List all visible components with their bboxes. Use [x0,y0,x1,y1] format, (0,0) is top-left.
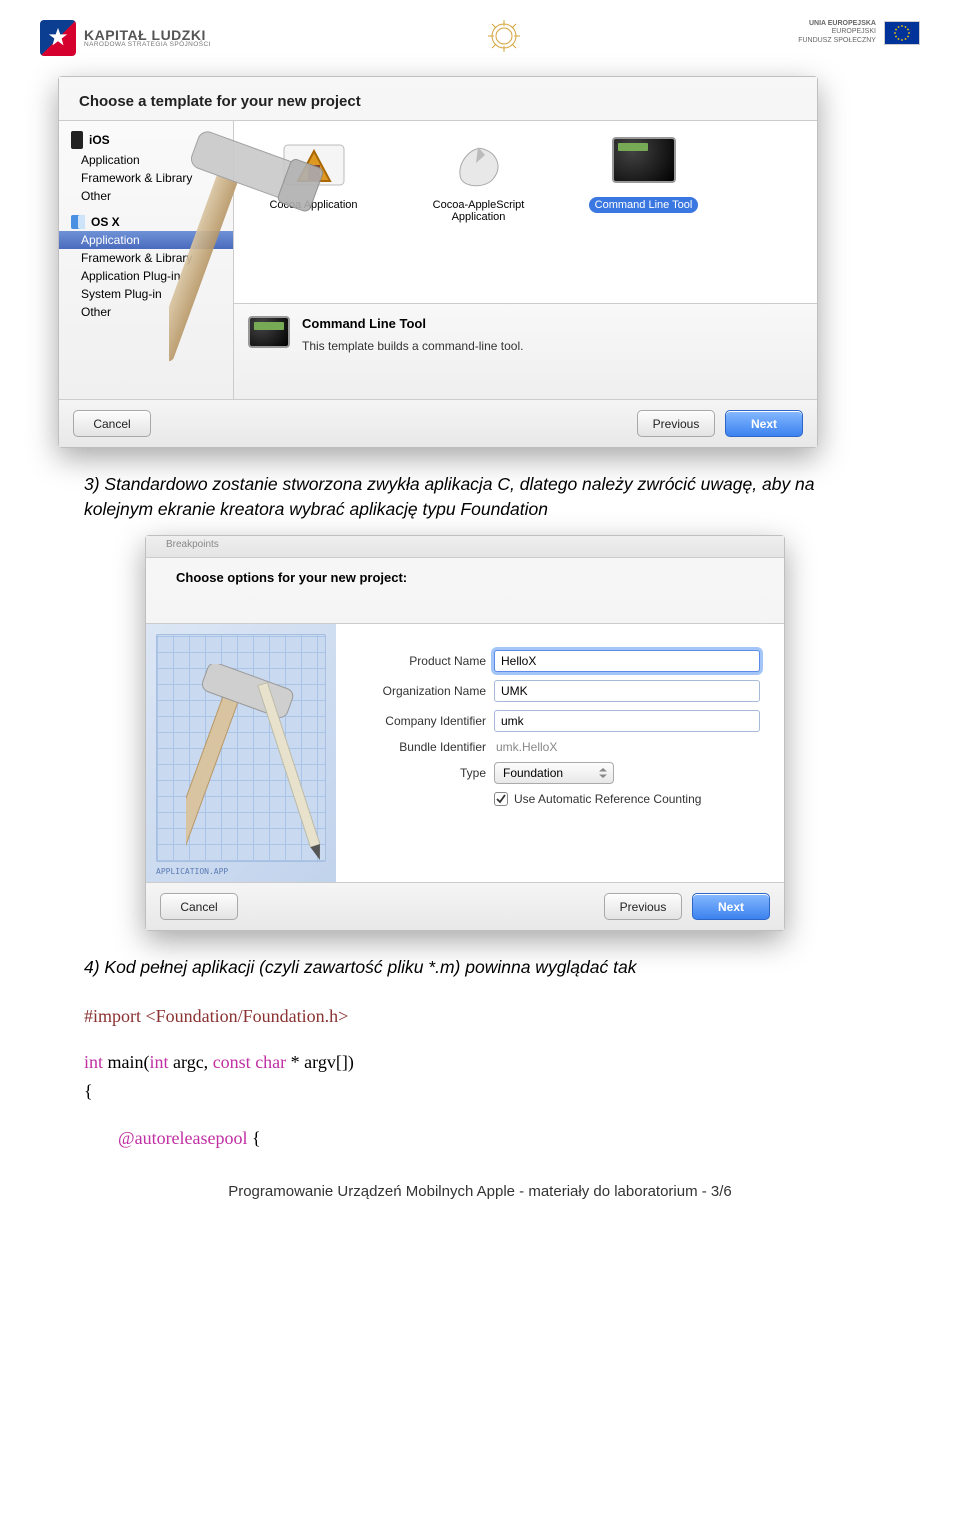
eu-flag-icon [884,21,920,45]
template-label: Cocoa-AppleScript Application [411,197,546,225]
code-text: argc, [169,1052,213,1072]
template-command-line-tool[interactable]: Command Line Tool [576,137,711,213]
description-title: Command Line Tool [302,316,523,331]
screenshot-template-chooser: Choose a template for your new project i… [58,76,818,448]
code-brace2: { [248,1128,261,1148]
logo-eu: UNIA EUROPEJSKA EUROPEJSKI FUNDUSZ SPOŁE… [798,20,920,45]
sidebar-item-ios-application[interactable]: Application [59,151,233,169]
sidebar-header-ios[interactable]: iOS [59,127,233,151]
previous-button[interactable]: Previous [604,893,682,920]
template-label: Cocoa Application [263,197,363,213]
center-emblem-icon [488,20,520,52]
sidebar-item-ios-framework[interactable]: Framework & Library [59,169,233,187]
dialog2-title: Choose options for your new project: [176,570,764,585]
sidebar-header-osx-label: OS X [91,215,120,229]
sidebar-item-osx-framework[interactable]: Framework & Library [59,249,233,267]
organization-name-input[interactable] [494,680,760,702]
code-autoreleasepool: @autoreleasepool [118,1128,248,1148]
product-name-input[interactable] [494,650,760,672]
kl-badge-icon [40,20,76,56]
code-text: main( [103,1052,150,1072]
code-const-keyword: const [213,1052,251,1072]
code-int-keyword2: int [150,1052,169,1072]
eu-line2: EUROPEJSKI [798,28,876,36]
iphone-icon [71,131,83,149]
bundle-identifier-label: Bundle Identifier [346,740,486,754]
screenshot-project-options: Breakpoints Choose options for your new … [145,535,785,931]
code-import-target: <Foundation/Foundation.h> [146,1006,349,1026]
command-line-tool-mini-icon [248,316,290,352]
dialog-title: Choose a template for your new project [59,77,817,120]
template-label: Command Line Tool [589,197,699,213]
code-char-keyword: char [251,1052,286,1072]
description-text: This template builds a command-line tool… [302,339,523,353]
blueprint-illustration: APPLICATION.APP [146,624,336,882]
next-button[interactable]: Next [725,410,803,437]
template-cocoa-applescript[interactable]: Cocoa-AppleScript Application [411,137,546,225]
type-select-value: Foundation [503,766,563,780]
organization-name-label: Organization Name [346,684,486,698]
code-int-keyword: int [84,1052,103,1072]
cancel-button[interactable]: Cancel [160,893,238,920]
sidebar-item-ios-other[interactable]: Other [59,187,233,205]
eu-line3: FUNDUSZ SPOŁECZNY [798,37,876,45]
previous-button[interactable]: Previous [637,410,715,437]
finder-icon [71,215,85,229]
arc-label: Use Automatic Reference Counting [514,792,701,806]
page-footer: Programowanie Urządzeń Mobilnych Apple -… [40,1183,920,1200]
paragraph-4: 4) Kod pełnej aplikacji (czyli zawartość… [84,955,876,980]
template-sidebar: iOS Application Framework & Library Othe… [59,121,234,399]
type-label: Type [346,766,486,780]
command-line-tool-icon [608,137,680,191]
sidebar-item-osx-plugin[interactable]: Application Plug-in [59,267,233,285]
company-identifier-input[interactable] [494,710,760,732]
bundle-identifier-value: umk.HelloX [494,740,557,754]
sidebar-item-osx-other[interactable]: Other [59,303,233,321]
sidebar-item-osx-application[interactable]: Application [59,231,233,249]
toolbar-tab-breakpoints: Breakpoints [146,536,784,558]
sidebar-header-ios-label: iOS [89,133,110,147]
eu-line1: UNIA EUROPEJSKA [798,20,876,28]
code-text: * argv[]) [286,1052,354,1072]
code-brace: { [84,1077,876,1106]
cocoa-applescript-icon [443,137,515,191]
header-logos: KAPITAŁ LUDZKI NARODOWA STRATEGIA SPÓJNO… [40,20,920,68]
kl-subtitle: NARODOWA STRATEGIA SPÓJNOŚCI [84,42,211,49]
company-identifier-label: Company Identifier [346,714,486,728]
sidebar-header-osx[interactable]: OS X [59,211,233,231]
arc-checkbox[interactable]: Use Automatic Reference Counting [494,792,760,806]
cancel-button[interactable]: Cancel [73,410,151,437]
type-select[interactable]: Foundation [494,762,614,784]
paragraph-3: 3) Standardowo zostanie stworzona zwykła… [84,472,876,521]
code-import-keyword: #import [84,1006,141,1026]
template-description-pane: Command Line Tool This template builds a… [234,303,817,399]
cocoa-app-icon [278,137,350,191]
project-options-form: Product Name Organization Name Company I… [336,624,784,882]
blueprint-caption: APPLICATION.APP [156,867,228,876]
code-snippet: #import <Foundation/Foundation.h> int ma… [84,1002,876,1153]
sidebar-item-osx-system-plugin[interactable]: System Plug-in [59,285,233,303]
hammer-pencil-icon [186,664,336,874]
logo-kapital-ludzki: KAPITAŁ LUDZKI NARODOWA STRATEGIA SPÓJNO… [40,20,211,56]
kl-title: KAPITAŁ LUDZKI [84,28,211,42]
next-button[interactable]: Next [692,893,770,920]
product-name-label: Product Name [346,654,486,668]
template-cocoa-application[interactable]: Cocoa Application [246,137,381,213]
checkbox-icon [494,792,508,806]
